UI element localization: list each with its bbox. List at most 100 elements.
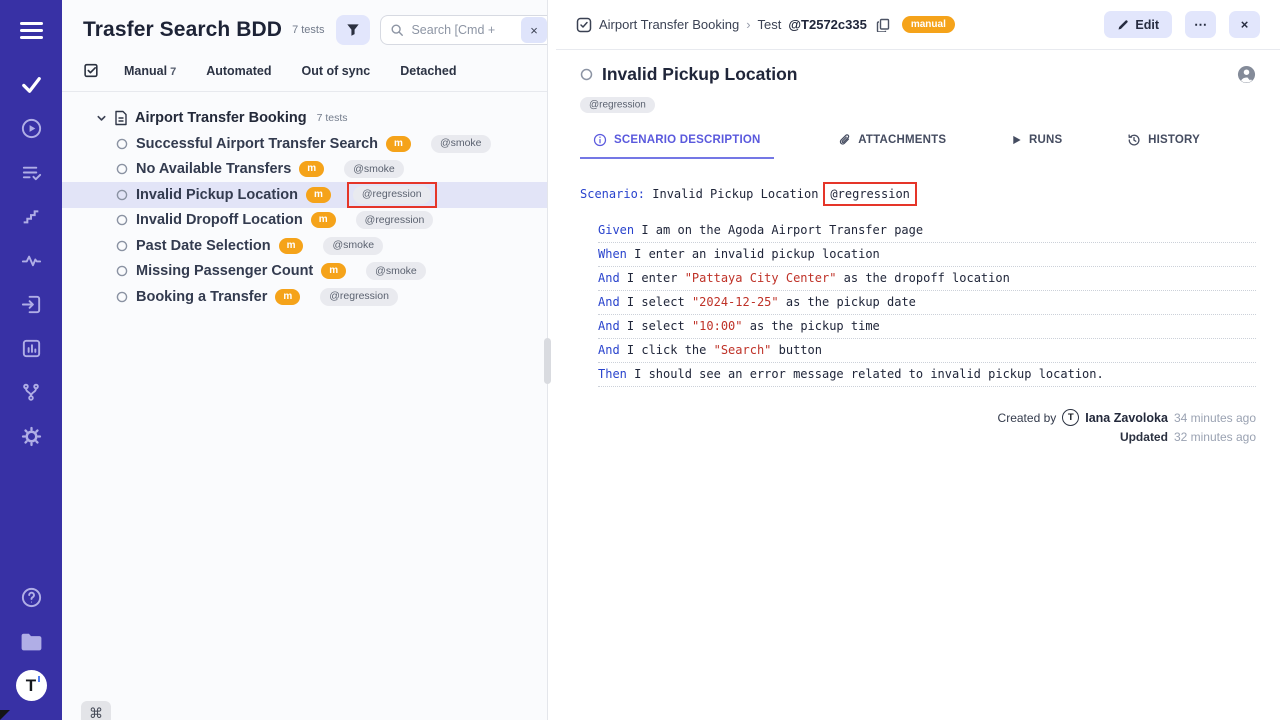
help-icon[interactable]	[9, 575, 53, 619]
tab-automated[interactable]: Automated	[206, 64, 271, 78]
test-row[interactable]: Booking a Transfer m @regression	[62, 284, 547, 310]
resize-handle[interactable]	[544, 338, 551, 384]
test-row[interactable]: Past Date Selection m @smoke	[62, 233, 547, 259]
tab-out-of-sync[interactable]: Out of sync	[301, 64, 370, 78]
copy-icon[interactable]	[876, 18, 890, 32]
test-circle-icon	[116, 265, 128, 277]
test-row[interactable]: No Available Transfers m @smoke	[62, 157, 547, 183]
tag-pill: @smoke	[344, 160, 404, 178]
command-key-hint: ⌘	[81, 701, 111, 720]
import-box-icon[interactable]	[9, 282, 53, 326]
scenario-steps: GivenI am on the Agoda Airport Transfer …	[580, 219, 1256, 387]
test-circle-icon	[116, 214, 128, 226]
tag-pill: @smoke	[431, 135, 491, 153]
detail-topbar: Airport Transfer Booking › Test @T2572c3…	[556, 0, 1280, 50]
gherkin-step: AndI select "10:00" as the pickup time	[598, 315, 1256, 339]
tab-history[interactable]: HISTORY	[1127, 133, 1200, 157]
created-time: 34 minutes ago	[1174, 411, 1256, 425]
breadcrumb-test-label: Test	[758, 17, 782, 32]
cursor-artifact	[0, 710, 10, 720]
test-row[interactable]: Invalid Dropoff Location m @regression	[62, 208, 547, 234]
test-meta: Created by T Iana Zavoloka 34 minutes ag…	[580, 409, 1256, 444]
panel-divider	[548, 0, 556, 720]
breadcrumb-folder[interactable]: Airport Transfer Booking	[599, 17, 739, 32]
search-box: ×	[380, 15, 547, 45]
test-circle-icon	[116, 240, 128, 252]
history-icon	[1127, 133, 1141, 147]
scenario-name: Invalid Pickup Location	[652, 187, 818, 201]
hamburger-menu-icon[interactable]	[20, 22, 43, 39]
breadcrumb: Airport Transfer Booking › Test @T2572c3…	[576, 16, 955, 33]
manual-status-badge: manual	[902, 16, 955, 33]
tab-scenario-description[interactable]: SCENARIO DESCRIPTION	[580, 133, 774, 159]
test-circle-icon	[580, 68, 593, 81]
scenario-description: Scenario: Invalid Pickup Location @regress…	[580, 182, 1256, 387]
test-row[interactable]: Successful Airport Transfer Search m @sm…	[62, 131, 547, 157]
manual-badge: m	[306, 187, 331, 203]
play-icon	[1011, 134, 1022, 146]
tag-pill: @smoke	[323, 237, 383, 255]
assignee-avatar-icon[interactable]	[1237, 65, 1256, 84]
tag-pill: @regression	[353, 186, 431, 204]
branch-icon[interactable]	[9, 370, 53, 414]
gherkin-step: AndI select "2024-12-25" as the pickup d…	[598, 291, 1256, 315]
tests-check-icon[interactable]	[9, 62, 53, 106]
explorer-header: Trasfer Search BDD 7 tests ×	[62, 0, 547, 45]
sidebar-bottom: T	[9, 575, 53, 720]
scenario-keyword: Scenario:	[580, 187, 645, 201]
pencil-icon	[1117, 19, 1129, 31]
breadcrumb-separator: ›	[746, 17, 750, 32]
gherkin-step: GivenI am on the Agoda Airport Transfer …	[598, 219, 1256, 243]
checklist-icon	[83, 62, 100, 79]
document-icon	[114, 110, 128, 126]
search-clear-button[interactable]: ×	[521, 17, 547, 43]
author-avatar[interactable]: T	[1062, 409, 1079, 426]
folder-name: Airport Transfer Booking	[135, 110, 307, 126]
updated-row: Updated 32 minutes ago	[1120, 430, 1256, 444]
logo-t-icon: T	[16, 670, 47, 701]
projects-folder-icon[interactable]	[9, 619, 53, 663]
app-logo[interactable]: T	[9, 663, 53, 707]
settings-gear-icon[interactable]	[9, 414, 53, 458]
updated-label: Updated	[1120, 430, 1168, 444]
test-row[interactable]: Missing Passenger Count m @smoke	[62, 259, 547, 285]
test-detail-panel: Airport Transfer Booking › Test @T2572c3…	[556, 0, 1280, 720]
edit-button[interactable]: Edit	[1104, 11, 1172, 38]
created-by-row: Created by T Iana Zavoloka 34 minutes ag…	[998, 409, 1256, 426]
test-tags: @regression	[580, 94, 1256, 112]
explorer-tabs: Manual7 Automated Out of sync Detached	[62, 62, 547, 92]
sidebar-nav	[9, 62, 53, 458]
project-title: Trasfer Search BDD	[83, 18, 282, 42]
test-plans-list-icon[interactable]	[9, 150, 53, 194]
logo-letter: T	[26, 677, 36, 694]
test-tree: Airport Transfer Booking 7 tests Success…	[62, 92, 547, 720]
tab-attachments[interactable]: ATTACHMENTS	[838, 133, 946, 157]
tab-detached[interactable]: Detached	[400, 64, 456, 78]
test-circle-icon	[116, 189, 128, 201]
tag-pill: @smoke	[366, 262, 426, 280]
manual-badge: m	[299, 161, 324, 177]
test-id: @T2572c335	[788, 17, 866, 32]
activity-pulse-icon[interactable]	[9, 238, 53, 282]
updated-time: 32 minutes ago	[1174, 430, 1256, 444]
manual-badge: m	[279, 238, 304, 254]
runs-play-circle-icon[interactable]	[9, 106, 53, 150]
check-square-icon	[576, 17, 592, 33]
annotation-highlight-box: @regression	[823, 182, 916, 206]
filter-button[interactable]	[336, 15, 370, 45]
close-button[interactable]: ×	[1229, 11, 1260, 38]
tab-runs[interactable]: RUNS	[1011, 133, 1062, 157]
reports-chart-icon[interactable]	[9, 326, 53, 370]
tree-folder-row[interactable]: Airport Transfer Booking 7 tests	[62, 105, 547, 131]
tab-manual[interactable]: Manual7	[124, 64, 176, 78]
chevron-down-icon[interactable]	[96, 113, 107, 124]
info-icon	[593, 133, 607, 147]
test-circle-icon	[116, 163, 128, 175]
tag-pill: @regression	[320, 288, 398, 306]
test-circle-icon	[116, 291, 128, 303]
folder-tests-count: 7 tests	[317, 112, 348, 124]
more-button[interactable]: ⋯	[1185, 11, 1216, 38]
steps-icon[interactable]	[9, 194, 53, 238]
manual-badge: m	[321, 263, 346, 279]
test-row-selected[interactable]: Invalid Pickup Location m @regression	[62, 182, 547, 208]
